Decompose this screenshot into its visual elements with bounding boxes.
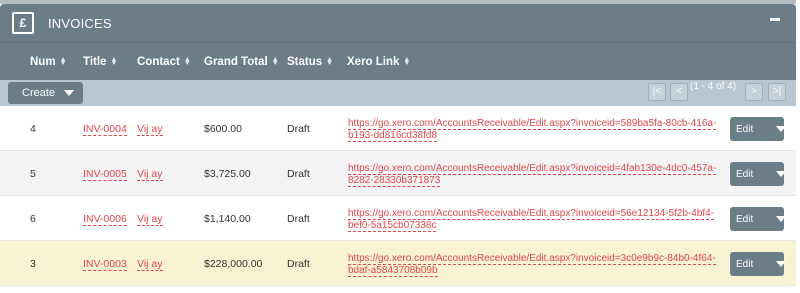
chevron-down-icon xyxy=(776,171,786,177)
sort-icon: ▲ ▼ xyxy=(326,55,334,67)
sort-icon: ▲ ▼ xyxy=(59,55,67,67)
chevron-down-icon xyxy=(776,216,786,222)
column-header-title[interactable]: Title ▲ ▼ xyxy=(83,43,117,81)
invoices-panel-header[interactable]: £ INVOICES xyxy=(0,4,796,42)
xero-link[interactable]: https://go.xero.com/AccountsReceivable/E… xyxy=(348,118,718,142)
contact-link[interactable]: Vij ay xyxy=(137,258,163,271)
sort-icon: ▲ ▼ xyxy=(110,55,118,67)
edit-button[interactable]: Edit xyxy=(730,252,786,276)
first-page-button[interactable]: |< xyxy=(648,83,666,101)
title-link[interactable]: INV-0005 xyxy=(83,168,127,181)
pager-count: (1 - 4 of 4) xyxy=(690,81,737,92)
prev-page-button[interactable]: < xyxy=(670,83,688,101)
next-page-button[interactable]: > xyxy=(745,83,763,101)
title-link[interactable]: INV-0006 xyxy=(83,213,127,226)
table-row: 3 INV-0003 Vij ay $228,000.00 Draft http… xyxy=(0,241,796,286)
column-header-status[interactable]: Status ▲ ▼ xyxy=(287,43,333,81)
num-cell: 6 xyxy=(30,213,36,225)
grand-total-cell: $228,000.00 xyxy=(204,258,263,270)
sort-icon: ▲ ▼ xyxy=(271,55,279,67)
column-header-grand-total[interactable]: Grand Total ▲ ▼ xyxy=(204,43,279,81)
xero-link[interactable]: https://go.xero.com/AccountsReceivable/E… xyxy=(348,163,718,187)
xero-link[interactable]: https://go.xero.com/AccountsReceivable/E… xyxy=(348,208,718,232)
status-cell: Draft xyxy=(287,123,310,135)
table-row: 5 INV-0005 Vij ay $3,725.00 Draft https:… xyxy=(0,151,796,196)
column-header-contact[interactable]: Contact ▲ ▼ xyxy=(137,43,191,81)
column-header-xero-link[interactable]: Xero Link ▲ ▼ xyxy=(347,43,410,81)
collapse-button[interactable] xyxy=(770,14,780,24)
xero-link[interactable]: https://go.xero.com/AccountsReceivable/E… xyxy=(348,253,718,277)
contact-link[interactable]: Vij ay xyxy=(137,168,163,181)
contact-link[interactable]: Vij ay xyxy=(137,213,163,226)
status-cell: Draft xyxy=(287,213,310,225)
sort-icon: ▲ ▼ xyxy=(183,55,191,67)
grand-total-cell: $600.00 xyxy=(204,123,242,135)
contact-link[interactable]: Vij ay xyxy=(137,123,163,136)
pound-icon: £ xyxy=(12,12,34,34)
num-cell: 3 xyxy=(30,258,36,270)
page-edge xyxy=(796,0,800,293)
title-link[interactable]: INV-0003 xyxy=(83,258,127,271)
grand-total-cell: $1,140.00 xyxy=(204,213,251,225)
grand-total-cell: $3,725.00 xyxy=(204,168,251,180)
status-cell: Draft xyxy=(287,258,310,270)
edit-button[interactable]: Edit xyxy=(730,207,786,231)
chevron-down-icon xyxy=(64,90,74,96)
last-page-button[interactable]: >| xyxy=(768,83,786,101)
status-cell: Draft xyxy=(287,168,310,180)
edit-button[interactable]: Edit xyxy=(730,162,786,186)
chevron-down-icon xyxy=(776,261,786,267)
table-header: Num ▲ ▼ Title ▲ ▼ Contact ▲ ▼ Grand Total ▲ ▼ St… xyxy=(0,42,796,80)
num-cell: 5 xyxy=(30,168,36,180)
panel-title: INVOICES xyxy=(48,15,112,31)
column-header-num[interactable]: Num ▲ ▼ xyxy=(30,43,67,81)
table-row: 6 INV-0006 Vij ay $1,140.00 Draft https:… xyxy=(0,196,796,241)
chevron-down-icon xyxy=(776,126,786,132)
edit-button[interactable]: Edit xyxy=(730,117,786,141)
list-toolbar: Create |< < (1 - 4 of 4) > >| xyxy=(0,80,796,106)
create-button[interactable]: Create xyxy=(8,82,83,104)
sort-icon: ▲ ▼ xyxy=(403,55,411,67)
table-row: 4 INV-0004 Vij ay $600.00 Draft https://… xyxy=(0,106,796,151)
num-cell: 4 xyxy=(30,123,36,135)
title-link[interactable]: INV-0004 xyxy=(83,123,127,136)
